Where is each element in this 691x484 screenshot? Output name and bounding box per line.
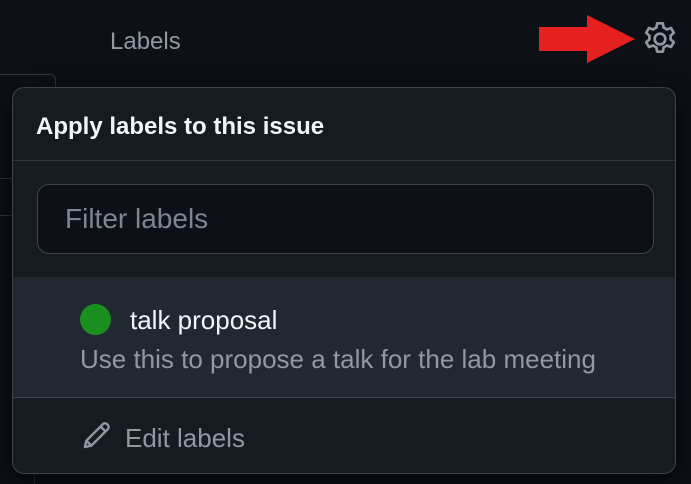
edit-labels-button[interactable]: Edit labels <box>13 398 675 473</box>
label-color-dot <box>80 304 111 335</box>
labels-popover: Apply labels to this issue talk proposal… <box>12 87 676 474</box>
arrow-right-icon <box>539 15 635 63</box>
labels-heading: Labels <box>110 28 181 55</box>
label-name: talk proposal <box>130 305 278 335</box>
filter-section <box>13 161 675 277</box>
page: Labels Apply labels to this issue talk p… <box>0 0 691 484</box>
gear-icon[interactable] <box>640 19 680 59</box>
label-description: Use this to propose a talk for the lab m… <box>80 344 596 374</box>
pencil-icon <box>80 418 114 452</box>
edit-labels-label: Edit labels <box>125 423 245 453</box>
popover-title: Apply labels to this issue <box>36 113 325 140</box>
popover-header: Apply labels to this issue <box>13 88 675 161</box>
filter-labels-input[interactable] <box>37 184 654 254</box>
label-option-talk-proposal[interactable]: talk proposal Use this to propose a talk… <box>13 277 675 398</box>
